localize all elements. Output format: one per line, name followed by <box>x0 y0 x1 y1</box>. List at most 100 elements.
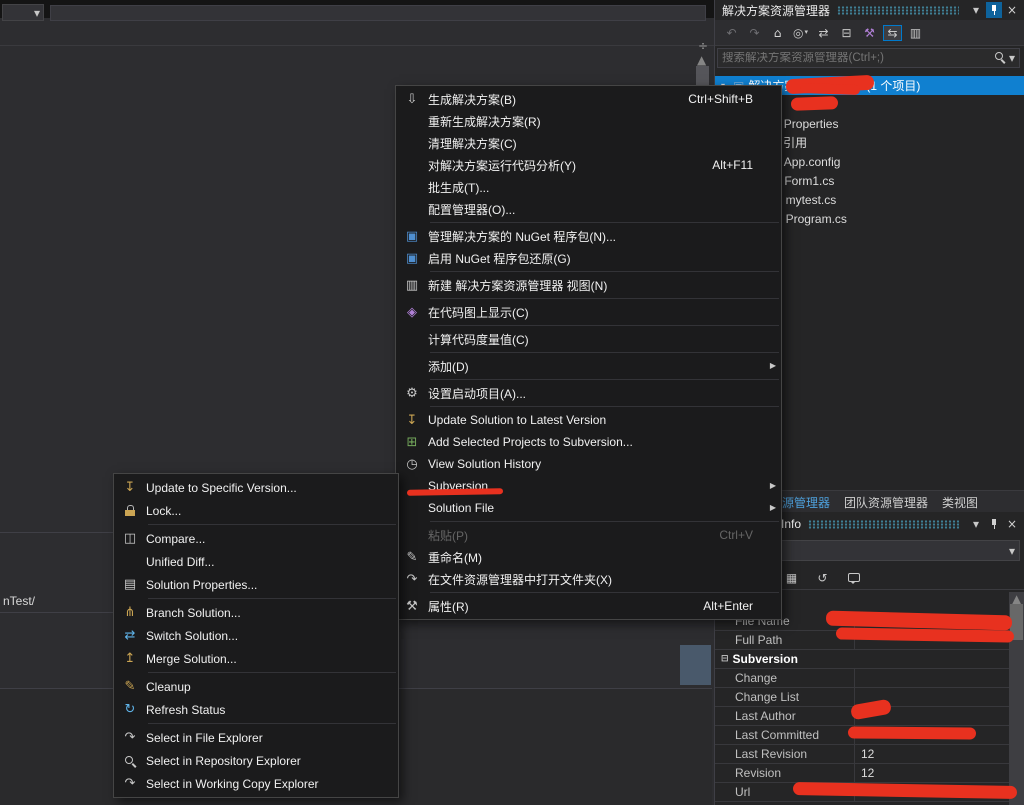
tree-label: App.config <box>784 155 841 169</box>
property-row-last-revision[interactable]: Last Revision12 <box>715 745 1009 764</box>
editor-splitter-handle[interactable]: ÷ <box>694 38 712 53</box>
window-position-button[interactable]: ▾ <box>968 2 984 18</box>
solution-explorer-titlebar[interactable]: 解决方案资源管理器 ▾ × <box>715 0 1024 20</box>
chevron-down-icon: ▾ <box>34 7 40 19</box>
menu-item-label: Lock... <box>146 504 352 518</box>
menu-separator <box>430 271 779 272</box>
search-input[interactable] <box>718 52 994 64</box>
preview-button[interactable]: ▥ <box>905 22 926 44</box>
menu-item-properties[interactable]: ⚒属性(R)Alt+Enter <box>396 595 781 617</box>
pin-button[interactable] <box>986 516 1002 532</box>
menu-item-enable-nuget-restore[interactable]: ▣启用 NuGet 程序包还原(G) <box>396 247 781 269</box>
forward-button[interactable]: ↷ <box>744 22 765 44</box>
menu-item-clean-solution[interactable]: 清理解决方案(C) <box>396 132 781 154</box>
menu-item-cleanup[interactable]: ✎Cleanup <box>114 675 398 698</box>
home-button[interactable]: ⌂ <box>767 22 788 44</box>
menu-item-manage-nuget-packages[interactable]: ▣管理解决方案的 NuGet 程序包(N)... <box>396 225 781 247</box>
chevron-down-icon: ▾ <box>804 29 808 36</box>
menu-item-select-in-repository-explorer[interactable]: Select in Repository Explorer <box>114 749 398 772</box>
select-repository-explorer-icon <box>124 755 136 767</box>
menu-item-update-to-specific-version[interactable]: ↧Update to Specific Version... <box>114 476 398 499</box>
back-button[interactable]: ↶ <box>721 22 742 44</box>
menu-item-icon-slot: ◈ <box>396 306 428 319</box>
menu-item-batch-build[interactable]: 批生成(T)... <box>396 176 781 198</box>
left-toolbar-strip <box>0 18 714 46</box>
menu-item-show-on-code-map[interactable]: ◈在代码图上显示(C) <box>396 301 781 323</box>
menu-item-add[interactable]: 添加(D)▶ <box>396 355 781 377</box>
grid-button[interactable]: ▦ <box>781 567 802 589</box>
sync-active-button[interactable]: ⇆ <box>882 22 903 44</box>
menu-item-add-projects-to-subversion[interactable]: ⊞Add Selected Projects to Subversion... <box>396 431 781 453</box>
property-name-cell: ⊟Subversion <box>715 650 862 668</box>
menu-item-rename[interactable]: ✎重命名(M) <box>396 546 781 568</box>
menu-item-refresh-status[interactable]: ↻Refresh Status <box>114 698 398 721</box>
menu-item-lock[interactable]: Lock... <box>114 499 398 522</box>
menu-item-new-solution-explorer-view[interactable]: ▥新建 解决方案资源管理器 视图(N) <box>396 274 781 296</box>
property-value: 12 <box>855 764 1009 782</box>
scrollbar-up-button[interactable]: ▲ <box>697 54 706 66</box>
sync-selection-button[interactable]: ⇄ <box>813 22 834 44</box>
panel-scrollbar-thumb[interactable] <box>680 645 711 685</box>
menu-item-icon-slot: ▣ <box>396 230 428 243</box>
menu-item-open-folder-in-explorer[interactable]: ↷在文件资源管理器中打开文件夹(X) <box>396 568 781 590</box>
scope-button[interactable]: ◎▾ <box>790 22 811 44</box>
search-options-button[interactable]: ▾ <box>1009 52 1015 64</box>
tree-label: Form1.cs <box>784 174 834 188</box>
menu-item-calculate-code-metrics[interactable]: 计算代码度量值(C) <box>396 328 781 350</box>
menu-item-set-startup-projects[interactable]: ⚙设置启动项目(A)... <box>396 382 781 404</box>
menu-item-icon-slot: ⇩ <box>396 93 428 106</box>
menu-item-build-solution[interactable]: ⇩生成解决方案(B)Ctrl+Shift+B <box>396 88 781 110</box>
menu-item-rebuild-solution[interactable]: 重新生成解决方案(R) <box>396 110 781 132</box>
menu-item-label: 粘贴(P) <box>428 527 701 544</box>
property-row-change[interactable]: Change <box>715 669 1009 688</box>
menu-item-update-solution-latest[interactable]: ↧Update Solution to Latest Version <box>396 409 781 431</box>
menu-arrow-icon: ▶ <box>770 362 776 370</box>
property-value <box>862 650 1009 668</box>
search-icon[interactable] <box>994 51 1006 66</box>
menu-item-solution-properties[interactable]: ▤Solution Properties... <box>114 573 398 596</box>
close-button[interactable]: × <box>1004 2 1020 18</box>
toolbar-dropdown[interactable]: ▾ <box>2 4 44 21</box>
menu-item-branch-solution[interactable]: ⋔Branch Solution... <box>114 601 398 624</box>
menu-item-merge-solution[interactable]: ↥Merge Solution... <box>114 647 398 670</box>
menu-item-label: Compare... <box>146 532 352 546</box>
menu-item-configuration-manager[interactable]: 配置管理器(O)... <box>396 198 781 220</box>
menu-item-solution-file[interactable]: Solution File▶ <box>396 497 781 519</box>
menu-item-switch-solution[interactable]: ⇄Switch Solution... <box>114 624 398 647</box>
close-icon: × <box>1007 518 1017 530</box>
drag-grip[interactable] <box>808 520 959 529</box>
property-row-subversion[interactable]: ⊟Subversion <box>715 650 1009 669</box>
menu-item-label: Solution Properties... <box>146 578 352 592</box>
close-button[interactable]: × <box>1004 516 1020 532</box>
menu-item-label: 重命名(M) <box>428 549 735 566</box>
menu-item-label: 新建 解决方案资源管理器 视图(N) <box>428 277 735 294</box>
property-row-revision[interactable]: Revision12 <box>715 764 1009 783</box>
properties-wrench-button[interactable]: ⚒ <box>859 22 880 44</box>
close-icon: × <box>1007 4 1017 16</box>
menu-item-icon-slot: ⋔ <box>114 606 146 619</box>
menu-item-label: 对解决方案运行代码分析(Y) <box>428 157 694 174</box>
pin-button[interactable] <box>986 2 1002 18</box>
code-map-icon: ◈ <box>407 306 417 319</box>
menu-item-compare[interactable]: ◫Compare... <box>114 527 398 550</box>
menu-item-icon-slot: ⚒ <box>396 600 428 613</box>
menu-separator <box>430 352 779 353</box>
wrench-icon: ⚒ <box>406 600 418 613</box>
history-button[interactable]: ↺ <box>812 567 833 589</box>
toolbar-textbox[interactable] <box>50 5 706 21</box>
chevron-down-icon: ▾ <box>973 518 979 530</box>
menu-item-unified-diff[interactable]: Unified Diff... <box>114 550 398 573</box>
menu-item-view-solution-history[interactable]: ◷View Solution History <box>396 453 781 475</box>
menu-item-select-in-working-copy-explorer[interactable]: ↷Select in Working Copy Explorer <box>114 772 398 795</box>
menu-item-label: Select in Working Copy Explorer <box>146 777 352 791</box>
menu-item-run-code-analysis[interactable]: 对解决方案运行代码分析(Y)Alt+F11 <box>396 154 781 176</box>
menu-separator <box>430 379 779 380</box>
collapse-all-button[interactable]: ⊟ <box>836 22 857 44</box>
menu-item-select-in-file-explorer[interactable]: ↷Select in File Explorer <box>114 726 398 749</box>
window-position-button[interactable]: ▾ <box>968 516 984 532</box>
tab-team-explorer[interactable]: 团队资源管理器 <box>837 491 935 512</box>
comment-button[interactable] <box>843 567 864 589</box>
menu-item-icon-slot: ▣ <box>396 252 428 265</box>
drag-grip[interactable] <box>837 6 959 15</box>
tab-class-view[interactable]: 类视图 <box>935 491 985 512</box>
